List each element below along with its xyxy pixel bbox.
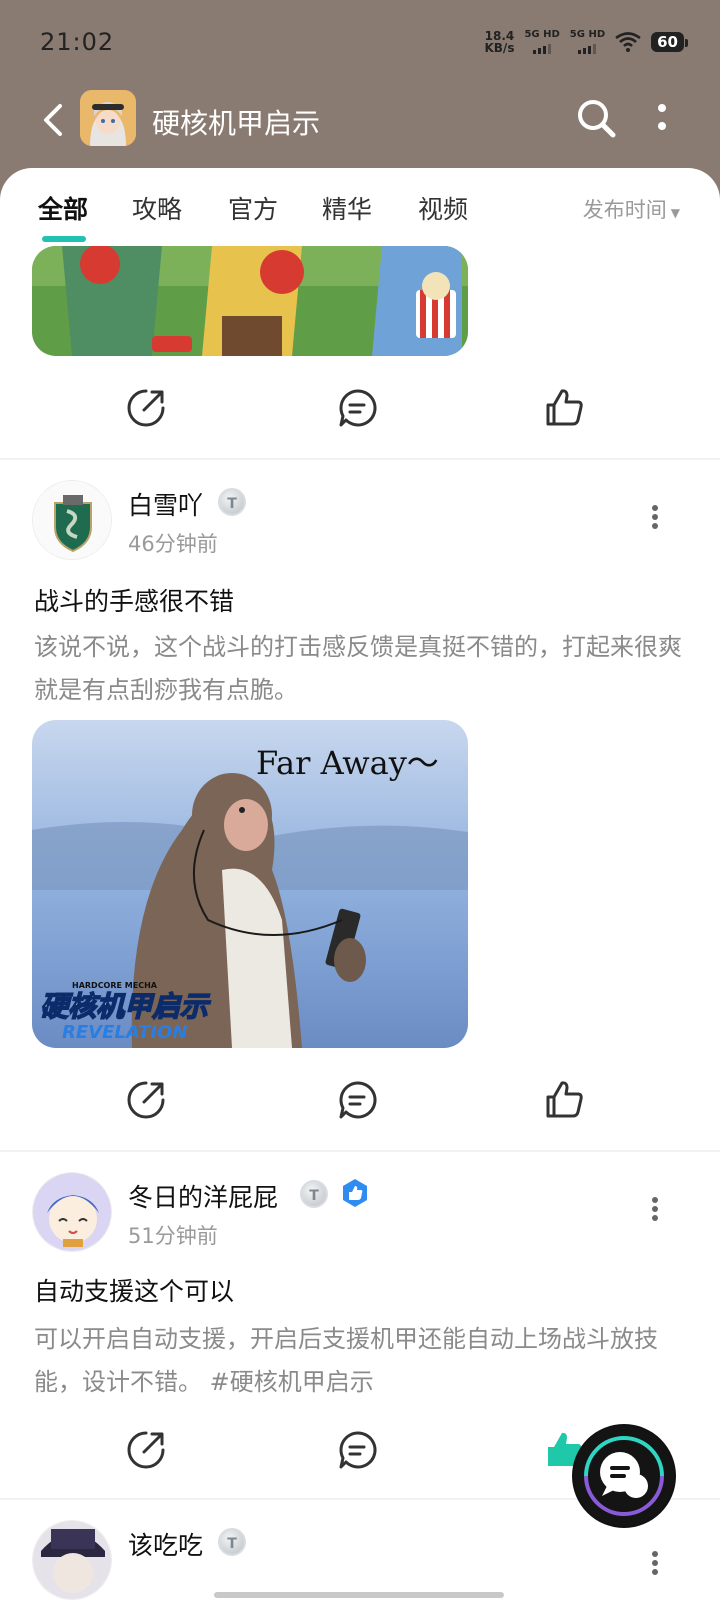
sim2-signal-icon: 5G HD [570,30,605,54]
caret-down-icon: ▼ [670,206,680,220]
post-body[interactable]: 该说不说，这个战斗的打击感反馈是真挺不错的，打起来很爽就是有点刮痧我有点脆。 [34,626,684,712]
post-time: 51分钟前 [128,1224,218,1248]
post-divider [0,1150,720,1152]
image-caption: Far Away～ [256,744,439,782]
tab-all[interactable]: 全部 [38,190,88,226]
post-divider [0,458,720,460]
avatar[interactable] [32,480,112,560]
battery-icon: 60 [651,32,688,52]
post-image-monkey[interactable]: Far Away～ HARDCORE MECHA 硬核机甲启示 REVELATI… [32,720,468,1048]
image-logo-main: 硬核机甲启示 [40,990,211,1023]
image-logo-small: HARDCORE MECHA [72,981,158,990]
level-badge: T [218,488,246,516]
avatar[interactable] [32,1172,112,1252]
home-indicator[interactable] [214,1592,504,1598]
author-name[interactable]: 白雪吖 [128,486,203,522]
post-more-icon[interactable] [650,1548,660,1578]
comment-icon[interactable] [336,1078,380,1122]
status-time: 21:02 [40,28,115,56]
post-more-icon[interactable] [650,502,660,532]
like-icon[interactable] [542,1078,586,1122]
post-more-icon[interactable] [650,1194,660,1224]
back-arrow-icon[interactable] [36,100,72,140]
author-name[interactable]: 冬日的洋屁屁 [128,1178,278,1214]
post-title[interactable]: 自动支援这个可以 [34,1272,234,1308]
tab-guides[interactable]: 攻略 [132,190,182,226]
comment-icon[interactable] [336,1428,380,1472]
feed-panel: 全部 攻略 官方 精华 视频 发布时间 ▼ 白雪吖 T 46分钟前 战斗的手感很… [0,168,720,1600]
page-title: 硬核机甲启示 [152,107,321,140]
post-time: 46分钟前 [128,532,218,556]
game-icon[interactable] [80,90,136,146]
share-icon[interactable] [124,1078,168,1122]
chat-fab[interactable] [572,1424,676,1528]
tab-official[interactable]: 官方 [228,190,278,226]
net-speed: 18.4 KB/s [484,29,515,55]
post-title[interactable]: 战斗的手感很不错 [34,582,234,618]
tab-indicator [42,236,86,242]
post-image-cartoon[interactable] [32,246,468,356]
status-bar: 21:02 18.4 KB/s 5G HD 5G HD 60 [0,0,720,88]
post-body[interactable]: 可以开启自动支援，开启后支援机甲还能自动上场战斗放技能，设计不错。 #硬核机甲启… [34,1318,684,1404]
avatar[interactable] [32,1520,112,1600]
author-name[interactable]: 该吃吃 [128,1526,203,1562]
more-vertical-icon[interactable] [656,100,668,136]
search-icon[interactable] [574,96,618,140]
image-logo-sub: REVELATION [62,1022,187,1043]
tab-featured[interactable]: 精华 [322,190,372,226]
app-header: 硬核机甲启示 [0,90,720,160]
verified-thumb-badge-icon [343,1179,367,1207]
level-badge: T [218,1528,246,1556]
like-icon[interactable] [542,386,586,430]
sort-dropdown[interactable]: 发布时间 ▼ [583,194,680,224]
sim1-signal-icon: 5G HD [524,30,560,54]
tab-videos[interactable]: 视频 [418,190,468,226]
wifi-icon [615,32,641,52]
share-icon[interactable] [124,1428,168,1472]
post-actions [0,386,720,436]
comment-icon[interactable] [336,386,380,430]
share-icon[interactable] [124,386,168,430]
post-actions [0,1078,720,1128]
level-badge: T [300,1180,328,1208]
tab-bar: 全部 攻略 官方 精华 视频 发布时间 ▼ [0,190,720,242]
status-icons: 18.4 KB/s 5G HD 5G HD 60 [484,29,688,55]
